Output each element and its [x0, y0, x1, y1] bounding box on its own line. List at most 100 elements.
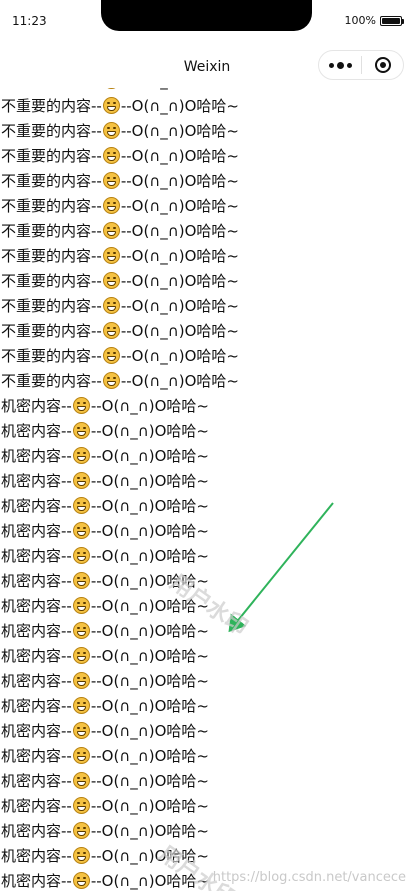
- unimportant-line: 不重要的内容-- --O(∩_∩)O哈哈~: [0, 94, 414, 119]
- grinning-face-icon: [72, 672, 90, 689]
- battery-percent: 100%: [344, 14, 376, 27]
- line-suffix: --O(∩_∩)O哈哈~: [90, 722, 209, 740]
- grinning-face-icon: [102, 322, 120, 339]
- line-prefix: 机密内容--: [1, 547, 72, 565]
- secret-line: 机密内容-- --O(∩_∩)O哈哈~: [0, 419, 414, 444]
- secret-line: 机密内容-- --O(∩_∩)O哈哈~: [0, 619, 414, 644]
- grinning-face-icon: [72, 397, 90, 414]
- line-prefix: 机密内容--: [1, 397, 72, 415]
- line-suffix: --O(∩_∩)O哈哈~: [120, 322, 239, 340]
- secret-line: 机密内容-- --O(∩_∩)O哈哈~: [0, 694, 414, 719]
- line-suffix: --O(∩_∩)O哈哈~: [90, 447, 209, 465]
- unimportant-line: 不重要的内容-- --O(∩_∩)O哈哈~: [0, 194, 414, 219]
- line-prefix: 机密内容--: [1, 872, 72, 890]
- secret-line: 机密内容-- --O(∩_∩)O哈哈~: [0, 519, 414, 544]
- grinning-face-icon: [102, 297, 120, 314]
- line-prefix: 机密内容--: [1, 497, 72, 515]
- content-list[interactable]: 不重要的内容-- --O(∩_∩)O哈哈~ 不重要的内容-- --O(∩_∩)O哈哈~…: [0, 69, 414, 891]
- battery-status: 100%: [344, 14, 404, 27]
- close-button[interactable]: [362, 57, 403, 73]
- line-suffix: --O(∩_∩)O哈哈~: [120, 222, 239, 240]
- line-prefix: 不重要的内容--: [1, 172, 102, 190]
- status-time: 11:23: [12, 14, 47, 28]
- secret-line: 机密内容-- --O(∩_∩)O哈哈~: [0, 719, 414, 744]
- grinning-face-icon: [72, 472, 90, 489]
- line-suffix: --O(∩_∩)O哈哈~: [90, 772, 209, 790]
- line-prefix: 机密内容--: [1, 622, 72, 640]
- grinning-face-icon: [102, 272, 120, 289]
- line-suffix: --O(∩_∩)O哈哈~: [120, 172, 239, 190]
- line-suffix: --O(∩_∩)O哈哈~: [90, 697, 209, 715]
- line-suffix: --O(∩_∩)O哈哈~: [90, 797, 209, 815]
- unimportant-line: 不重要的内容-- --O(∩_∩)O哈哈~: [0, 169, 414, 194]
- grinning-face-icon: [72, 422, 90, 439]
- secret-line: 机密内容-- --O(∩_∩)O哈哈~: [0, 744, 414, 769]
- line-prefix: 机密内容--: [1, 647, 72, 665]
- watermark-url: https://blog.csdn.net/vancece: [212, 870, 406, 885]
- secret-line: 机密内容-- --O(∩_∩)O哈哈~: [0, 594, 414, 619]
- status-bar: 11:23 100%: [0, 0, 414, 44]
- line-prefix: 机密内容--: [1, 422, 72, 440]
- secret-line: 机密内容-- --O(∩_∩)O哈哈~: [0, 794, 414, 819]
- unimportant-line: 不重要的内容-- --O(∩_∩)O哈哈~: [0, 219, 414, 244]
- grinning-face-icon: [72, 697, 90, 714]
- line-prefix: 不重要的内容--: [1, 147, 102, 165]
- miniprogram-capsule[interactable]: [318, 50, 404, 80]
- grinning-face-icon: [72, 497, 90, 514]
- grinning-face-icon: [72, 522, 90, 539]
- grinning-face-icon: [72, 797, 90, 814]
- line-prefix: 不重要的内容--: [1, 247, 102, 265]
- line-prefix: 不重要的内容--: [1, 347, 102, 365]
- line-prefix: 不重要的内容--: [1, 372, 102, 390]
- unimportant-line: 不重要的内容-- --O(∩_∩)O哈哈~: [0, 144, 414, 169]
- line-prefix: 机密内容--: [1, 472, 72, 490]
- line-suffix: --O(∩_∩)O哈哈~: [90, 872, 209, 890]
- line-suffix: --O(∩_∩)O哈哈~: [90, 622, 209, 640]
- grinning-face-icon: [72, 872, 90, 889]
- line-suffix: --O(∩_∩)O哈哈~: [90, 472, 209, 490]
- unimportant-line: 不重要的内容-- --O(∩_∩)O哈哈~: [0, 344, 414, 369]
- secret-line: 机密内容-- --O(∩_∩)O哈哈~: [0, 444, 414, 469]
- grinning-face-icon: [102, 122, 120, 139]
- grinning-face-icon: [72, 447, 90, 464]
- line-suffix: --O(∩_∩)O哈哈~: [120, 197, 239, 215]
- line-prefix: 机密内容--: [1, 597, 72, 615]
- grinning-face-icon: [72, 822, 90, 839]
- line-prefix: 机密内容--: [1, 697, 72, 715]
- grinning-face-icon: [102, 347, 120, 364]
- secret-line: 机密内容-- --O(∩_∩)O哈哈~: [0, 544, 414, 569]
- secret-line: 机密内容-- --O(∩_∩)O哈哈~: [0, 394, 414, 419]
- line-prefix: 机密内容--: [1, 797, 72, 815]
- secret-line: 机密内容-- --O(∩_∩)O哈哈~: [0, 569, 414, 594]
- line-prefix: 机密内容--: [1, 747, 72, 765]
- line-prefix: 机密内容--: [1, 722, 72, 740]
- line-prefix: 不重要的内容--: [1, 297, 102, 315]
- camera-notch: [101, 0, 312, 31]
- line-suffix: --O(∩_∩)O哈哈~: [90, 822, 209, 840]
- line-prefix: 机密内容--: [1, 847, 72, 865]
- unimportant-line: 不重要的内容-- --O(∩_∩)O哈哈~: [0, 369, 414, 394]
- grinning-face-icon: [102, 372, 120, 389]
- grinning-face-icon: [72, 847, 90, 864]
- secret-line: 机密内容-- --O(∩_∩)O哈哈~: [0, 769, 414, 794]
- secret-line: 机密内容-- --O(∩_∩)O哈哈~: [0, 844, 414, 869]
- line-prefix: 不重要的内容--: [1, 322, 102, 340]
- secret-line: 机密内容-- --O(∩_∩)O哈哈~: [0, 644, 414, 669]
- grinning-face-icon: [72, 747, 90, 764]
- grinning-face-icon: [102, 172, 120, 189]
- unimportant-line: 不重要的内容-- --O(∩_∩)O哈哈~: [0, 294, 414, 319]
- line-prefix: 机密内容--: [1, 447, 72, 465]
- line-suffix: --O(∩_∩)O哈哈~: [120, 372, 239, 390]
- grinning-face-icon: [102, 222, 120, 239]
- line-prefix: 机密内容--: [1, 672, 72, 690]
- grinning-face-icon: [72, 647, 90, 664]
- grinning-face-icon: [102, 147, 120, 164]
- line-suffix: --O(∩_∩)O哈哈~: [90, 497, 209, 515]
- line-prefix: 机密内容--: [1, 572, 72, 590]
- line-suffix: --O(∩_∩)O哈哈~: [120, 272, 239, 290]
- line-suffix: --O(∩_∩)O哈哈~: [120, 247, 239, 265]
- grinning-face-icon: [72, 547, 90, 564]
- more-dots-icon[interactable]: [319, 51, 361, 79]
- secret-line: 机密内容-- --O(∩_∩)O哈哈~: [0, 494, 414, 519]
- battery-icon: [380, 15, 404, 26]
